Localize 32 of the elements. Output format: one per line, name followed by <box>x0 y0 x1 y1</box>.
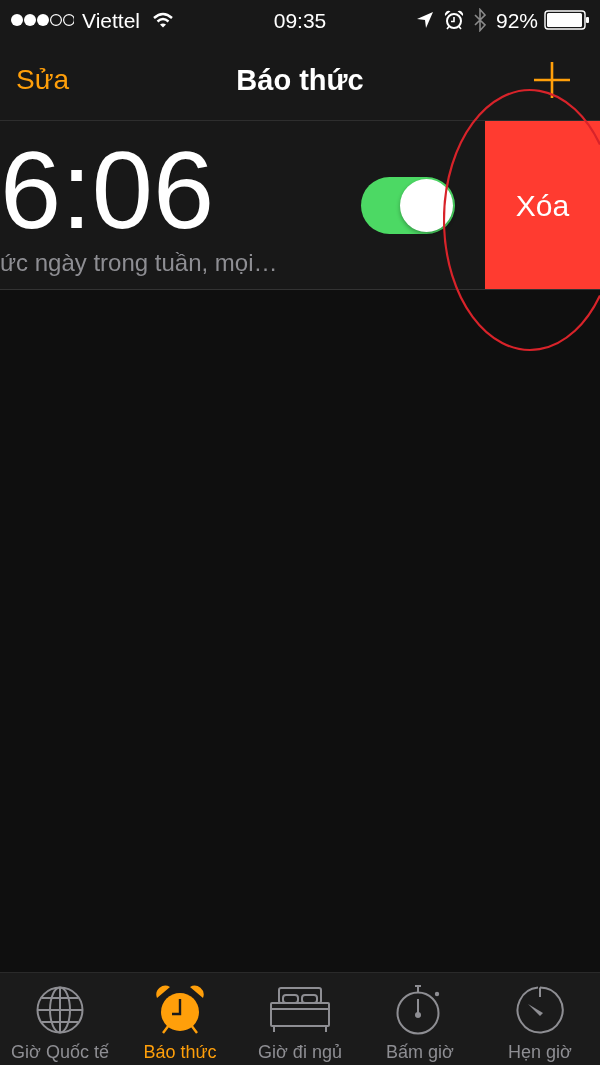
alarm-clock-icon <box>155 985 205 1035</box>
tab[interactable]: Bấm giờ <box>360 973 480 1065</box>
delete-button[interactable]: Xóa <box>485 121 600 289</box>
location-arrow-icon <box>415 11 434 29</box>
tab[interactable]: Giờ đi ngủ <box>240 973 360 1065</box>
tab[interactable]: Giờ Quốc tế <box>0 973 120 1065</box>
alarm-label: ức ngày trong tuần, mọi… <box>0 249 279 277</box>
bed-icon <box>270 987 330 1033</box>
plus-icon <box>534 62 570 98</box>
clock-time: 09:35 <box>273 9 327 31</box>
alarm-time: 6:06 <box>0 135 216 245</box>
tab-label: Giờ Quốc tế <box>11 1041 109 1063</box>
carrier-name: Viettel <box>82 9 140 31</box>
tab-label: Báo thức <box>143 1041 217 1063</box>
signal-dots-icon <box>10 13 74 27</box>
timer-icon <box>516 986 564 1034</box>
globe-icon <box>36 986 84 1034</box>
edit-button[interactable]: Sửa <box>15 62 70 98</box>
tab-label: Hẹn giờ <box>508 1041 572 1063</box>
screen-title: Báo thức <box>236 65 364 95</box>
tab[interactable]: Hẹn giờ <box>480 973 600 1065</box>
toggle-switch[interactable] <box>361 176 455 234</box>
alarm-clock-icon <box>443 10 464 30</box>
add-button[interactable] <box>534 62 570 98</box>
alarm-row[interactable]: 6:06 ức ngày trong tuần, mọi… <box>0 121 485 289</box>
wifi-icon <box>152 12 174 28</box>
battery-percentage: 92% <box>495 9 538 31</box>
tab-label: Bấm giờ <box>386 1041 454 1063</box>
battery-icon <box>544 10 590 30</box>
tab-label: Giờ đi ngủ <box>258 1041 342 1063</box>
tab[interactable]: Báo thức <box>120 973 240 1065</box>
bluetooth-icon <box>473 8 486 32</box>
